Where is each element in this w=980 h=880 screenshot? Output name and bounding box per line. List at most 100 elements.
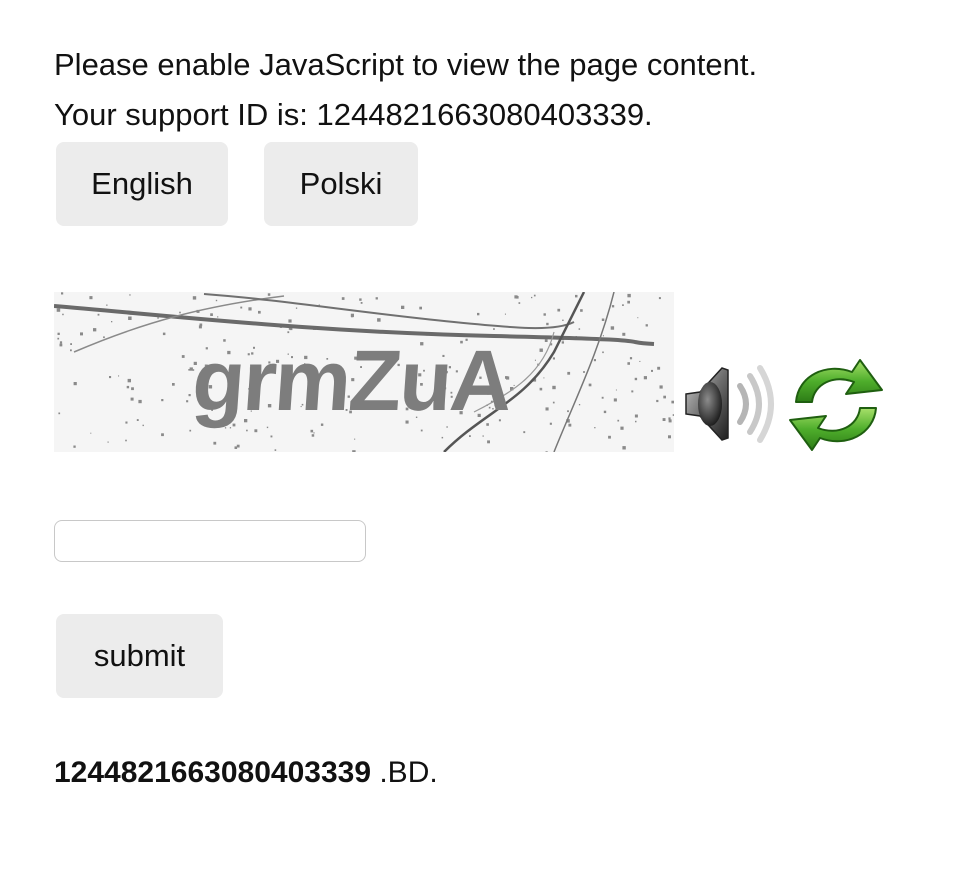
refresh-icon[interactable] — [786, 356, 886, 454]
captcha-noise-dot — [419, 306, 422, 310]
captcha-noise-dot — [617, 419, 620, 422]
captcha-noise-dot — [656, 399, 659, 403]
captcha-noise-dot — [97, 313, 100, 316]
captcha-noise-dot — [601, 318, 605, 321]
captcha-noise-dot — [70, 349, 72, 352]
captcha-noise-dot — [103, 336, 105, 339]
captcha-noise-dot — [659, 385, 663, 389]
captcha-noise-dot — [622, 446, 626, 450]
captcha-noise-dot — [210, 313, 213, 316]
captcha-noise-dot — [562, 319, 564, 321]
captcha-noise-dot — [57, 337, 60, 340]
captcha-noise-dot — [580, 309, 583, 312]
captcha-noise-dot — [58, 412, 61, 415]
captcha-noise-dot — [189, 367, 193, 371]
captcha-noise-dot — [213, 441, 217, 445]
captcha-noise-dot — [578, 404, 581, 406]
captcha-noise-dot — [594, 427, 596, 429]
captcha-noise-dot — [531, 296, 533, 299]
captcha-noise-dot — [657, 366, 661, 370]
captcha-noise-dot — [127, 378, 131, 383]
captcha-noise-dot — [567, 410, 569, 413]
captcha-noise-dot — [179, 311, 181, 314]
captcha-noise-dot — [89, 296, 93, 300]
captcha-noise-dot — [61, 292, 64, 295]
captcha-noise-dot — [401, 305, 405, 309]
captcha-noise-dot — [111, 321, 113, 323]
captcha-noise-dot — [351, 314, 354, 318]
captcha-noise-dot — [80, 332, 83, 336]
captcha-noise-dot — [593, 359, 596, 362]
captcha-noise-dot — [126, 385, 130, 389]
captcha-noise-dot — [622, 304, 624, 306]
submit-button[interactable]: submit — [56, 614, 223, 698]
footer-suffix: .BD. — [371, 756, 438, 789]
captcha-noise-dot — [62, 313, 64, 316]
captcha-noise-dot — [672, 414, 674, 416]
captcha-noise-dot — [539, 348, 543, 352]
captcha-noise-dot — [73, 382, 77, 386]
captcha-noise-dot — [138, 399, 142, 404]
captcha-noise-dot — [93, 328, 97, 332]
captcha-noise-dot — [561, 341, 564, 344]
captcha-noise-dot — [56, 308, 61, 312]
captcha-noise-dot — [543, 377, 545, 379]
captcha-noise-dot — [162, 332, 166, 336]
captcha-noise-dot — [189, 429, 192, 432]
captcha-noise-dot — [603, 410, 607, 414]
captcha-noise-dot — [668, 435, 671, 439]
captcha-noise-dot — [254, 429, 258, 433]
captcha-noise-dot — [552, 357, 555, 360]
captcha-noise-dot — [575, 294, 578, 298]
polski-button[interactable]: Polski — [264, 142, 418, 226]
captcha-noise-dot — [602, 351, 604, 354]
captcha-noise-dot — [258, 310, 261, 314]
captcha-noise-dot — [188, 369, 190, 371]
captcha-noise-dot — [57, 332, 60, 335]
captcha-noise-dot — [172, 383, 175, 386]
captcha-noise-dot — [469, 435, 471, 437]
captcha-noise-dot — [310, 429, 314, 433]
captcha-noise-dot — [59, 343, 63, 347]
captcha-noise-dot — [360, 302, 363, 304]
captcha-noise-dot — [513, 384, 515, 386]
enable-javascript-message: Please enable JavaScript to view the pag… — [54, 47, 758, 82]
captcha-noise-dot — [588, 383, 592, 387]
captcha-noise-dot — [313, 432, 315, 434]
speaker-icon[interactable] — [682, 362, 780, 446]
captcha-noise-dot — [354, 438, 356, 440]
captcha-noise-dot — [118, 375, 120, 377]
captcha-noise-dot — [270, 435, 273, 438]
captcha-noise-dot — [523, 431, 526, 434]
captcha-noise-dot — [236, 444, 240, 448]
captcha-noise-dot — [622, 332, 626, 336]
captcha-noise-dot — [634, 377, 638, 381]
captcha-noise-dot — [602, 335, 604, 337]
captcha-noise-dot — [557, 308, 561, 312]
captcha-noise-dot — [131, 387, 134, 391]
captcha-noise-dot — [504, 313, 506, 315]
captcha-noise-dot — [552, 401, 555, 404]
captcha-noise-dot — [493, 328, 495, 330]
captcha-noise-dot — [441, 436, 444, 439]
captcha-noise-dot — [631, 390, 634, 393]
captcha-noise-dot — [181, 355, 185, 358]
captcha-noise-dot — [295, 307, 298, 309]
captcha-noise-dot — [534, 359, 536, 361]
captcha-noise-dot — [620, 426, 624, 430]
captcha-noise-dot — [341, 297, 345, 300]
captcha-noise-dot — [545, 451, 548, 452]
english-button[interactable]: English — [56, 142, 228, 226]
captcha-noise-dot — [627, 362, 630, 365]
captcha-noise-dot — [377, 318, 381, 322]
footer-support-id: 1244821663080403339 .BD. — [54, 755, 438, 791]
captcha-noise-dot — [545, 407, 549, 411]
captcha-answer-input[interactable] — [54, 520, 366, 562]
captcha-noise-dot — [311, 434, 315, 437]
captcha-noise-dot — [73, 445, 76, 448]
captcha-noise-dot — [125, 439, 127, 442]
captcha-noise-dot — [70, 343, 72, 345]
captcha-noise-dot — [662, 418, 666, 421]
captcha-noise-dot — [487, 440, 490, 444]
captcha-noise-dot — [161, 399, 164, 402]
